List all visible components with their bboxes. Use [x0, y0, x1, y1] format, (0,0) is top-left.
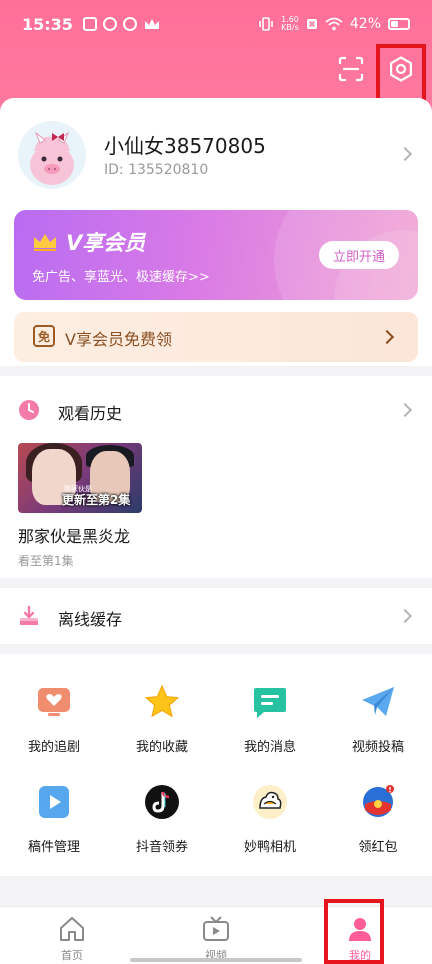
feature-label: 抖音领券	[135, 840, 188, 855]
app-notification-icon	[122, 17, 137, 31]
history-video-title[interactable]: 那家伙是黑炎龙	[18, 523, 130, 547]
download-icon	[20, 605, 38, 625]
clock-icon	[19, 400, 39, 420]
wifi-icon	[325, 17, 343, 31]
feature-label: 视频投稿	[351, 740, 404, 755]
message-icon	[254, 688, 286, 718]
username[interactable]: 小仙女38570805	[104, 130, 266, 159]
app-notification-icon	[102, 17, 117, 31]
notification-icons	[82, 17, 161, 31]
history-video-thumbnail[interactable]: 那家伙是 更新至第2集	[18, 443, 142, 513]
free-vip-chevron-right-icon	[379, 329, 395, 345]
free-badge: 免	[33, 325, 55, 347]
vip-subtitle: 免广告、享蓝光、极速缓存>>	[32, 270, 210, 285]
thumbnail-caption: 更新至第2集	[62, 493, 131, 507]
settings-highlight-box	[376, 44, 426, 106]
offline-cache-title[interactable]: 离线缓存	[58, 606, 122, 630]
watch-history-title[interactable]: 观看历史	[58, 400, 122, 424]
vip-title: V享会员	[66, 231, 146, 255]
video-file-icon	[39, 786, 69, 818]
battery-percent: 42%	[349, 16, 381, 32]
star-icon	[144, 684, 180, 718]
scan-icon	[338, 56, 364, 82]
home-indicator[interactable]	[130, 958, 302, 962]
feature-label: 稿件管理	[27, 840, 80, 855]
tab-home[interactable]: 首页	[18, 907, 126, 964]
net-speed-unit: KB/s	[281, 23, 299, 32]
crown-notification-icon	[144, 19, 159, 29]
feature-label: 妙鸭相机	[243, 840, 296, 855]
duck-camera-icon	[253, 785, 287, 819]
douyin-icon	[145, 785, 179, 819]
mine-tab-highlight-box	[324, 899, 384, 964]
avatar-dragon-icon	[30, 131, 74, 185]
status-right: 1.60 KB/s 42%	[258, 16, 410, 32]
free-vip-label: V享会员免费领	[65, 330, 172, 349]
history-video-progress: 看至第1集	[18, 554, 74, 568]
feature-label: 我的消息	[243, 740, 296, 755]
activate-vip-button[interactable]: 立即开通	[319, 241, 399, 269]
no-sim-icon	[306, 19, 317, 29]
feature-label: 我的收藏	[135, 740, 188, 755]
battery-icon	[388, 18, 410, 30]
crown-icon	[34, 234, 56, 251]
tab-label: 首页	[61, 949, 83, 962]
vip-banner[interactable]: V享会员 免广告、享蓝光、极速缓存>> 立即开通	[14, 210, 418, 300]
scan-button[interactable]	[334, 52, 368, 86]
free-vip-card[interactable]: 免 V享会员免费领	[14, 312, 418, 362]
net-speed: 1.60 KB/s	[281, 16, 299, 32]
home-icon	[60, 917, 84, 941]
avatar[interactable]	[18, 121, 86, 189]
paper-plane-icon	[362, 687, 394, 716]
feature-label: 领红包	[358, 840, 398, 855]
status-bar: 15:35 1.60 KB/s 42%	[0, 0, 432, 48]
app-notification-icon	[82, 17, 97, 31]
vibrate-icon	[259, 17, 273, 31]
tv-heart-icon	[38, 688, 70, 716]
tab-video[interactable]: 视频	[162, 907, 270, 964]
feature-label: 我的追剧	[27, 740, 80, 755]
tv-icon	[203, 916, 229, 941]
red-packet-icon	[363, 785, 394, 817]
user-id: ID: 135520810	[104, 162, 209, 178]
status-time: 15:35	[22, 14, 73, 34]
